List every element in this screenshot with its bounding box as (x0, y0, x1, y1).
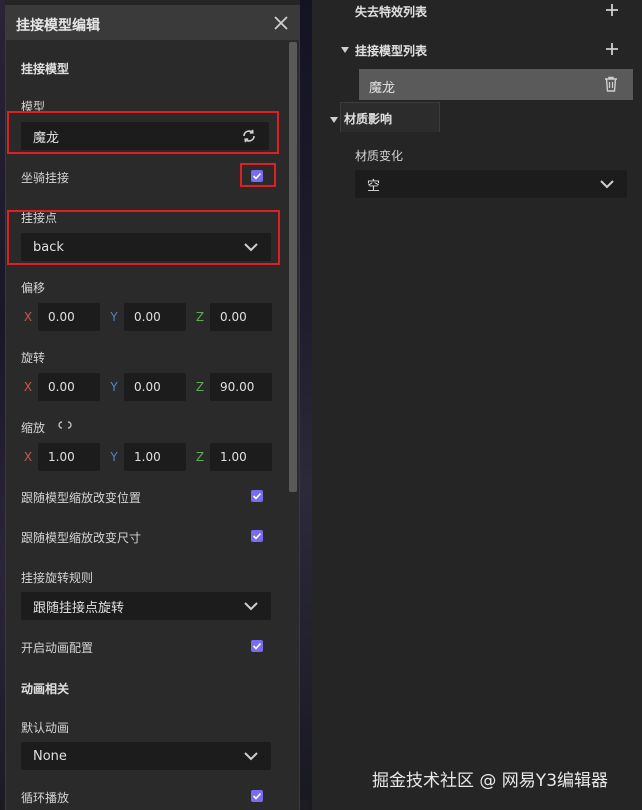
section-title-mount-model: 挂接模型 (21, 62, 70, 76)
scale-z-axis-label: Z (195, 450, 205, 464)
rotate-rule-select[interactable]: 跟随挂接点旋转 (21, 592, 271, 620)
mount-model-list-label: 挂接模型列表 (355, 44, 428, 58)
anim-config-checkbox[interactable] (251, 640, 263, 652)
mount-point-value: back (33, 239, 64, 255)
mount-model-item-label: 魔龙 (369, 81, 396, 96)
section-title-animation: 动画相关 (21, 682, 70, 696)
check-icon (252, 792, 262, 800)
scene-background-middle (300, 0, 312, 810)
default-anim-value: None (33, 748, 67, 764)
close-button[interactable] (268, 10, 294, 36)
refresh-icon[interactable] (239, 126, 259, 146)
check-icon (252, 642, 262, 650)
model-select[interactable]: 魔龙 (21, 122, 269, 150)
mount-ride-label: 坐骑挂接 (21, 171, 70, 185)
check-icon (252, 532, 262, 540)
rotate-rule-value: 跟随挂接点旋转 (33, 600, 125, 616)
add-mount-model-button[interactable] (605, 42, 619, 59)
rotation-z-axis-label: Z (195, 380, 205, 394)
chevron-down-icon (241, 596, 261, 616)
offset-z-input[interactable]: 0.00 (210, 303, 272, 331)
rotation-z-input[interactable]: 90.00 (210, 373, 272, 401)
rotation-y-axis-label: Y (110, 380, 118, 394)
collapse-arrow-icon[interactable] (329, 113, 339, 127)
follow-scale-position-label: 跟随模型缩放改变位置 (21, 491, 142, 505)
chevron-down-icon (241, 746, 261, 766)
scale-x-axis-label: X (23, 450, 33, 464)
offset-x-axis-label: X (23, 310, 33, 324)
add-lost-effect-button[interactable] (605, 3, 619, 20)
delete-button[interactable] (604, 76, 618, 95)
offset-y-input[interactable]: 0.00 (124, 303, 186, 331)
dialog-header: 挂接模型编辑 (6, 6, 299, 40)
rotation-y-input[interactable]: 0.00 (124, 373, 186, 401)
link-icon[interactable] (56, 419, 74, 433)
material-change-select[interactable]: 空 (355, 170, 627, 198)
material-section-label: 材质影响 (344, 112, 393, 126)
collapse-arrow-icon[interactable] (340, 43, 350, 57)
mount-point-select[interactable]: back (21, 233, 271, 261)
scale-x-input[interactable]: 1.00 (38, 443, 100, 471)
check-icon (252, 492, 262, 500)
default-anim-label: 默认动画 (21, 721, 70, 735)
offset-label: 偏移 (21, 281, 46, 295)
scale-y-axis-label: Y (110, 450, 118, 464)
follow-scale-position-checkbox[interactable] (251, 490, 263, 502)
material-change-label: 材质变化 (355, 149, 404, 163)
rotation-label: 旋转 (21, 351, 46, 365)
mount-ride-checkbox[interactable] (251, 170, 263, 182)
chevron-down-icon (597, 174, 617, 194)
offset-z-axis-label: Z (195, 310, 205, 324)
loop-play-label: 循环播放 (21, 791, 70, 805)
anim-config-label: 开启动画配置 (21, 641, 94, 655)
default-anim-select[interactable]: None (21, 742, 271, 770)
chevron-down-icon (241, 237, 261, 257)
rotation-x-input[interactable]: 0.00 (38, 373, 100, 401)
check-icon (252, 172, 262, 180)
mount-model-list-item[interactable]: 魔龙 (359, 69, 633, 100)
rotate-rule-label: 挂接旋转规则 (21, 571, 94, 585)
offset-y-axis-label: Y (110, 310, 118, 324)
scale-y-input[interactable]: 1.00 (124, 443, 186, 471)
loop-play-checkbox[interactable] (251, 790, 263, 802)
lost-effects-list-label: 失去特效列表 (355, 5, 428, 19)
scale-z-input[interactable]: 1.00 (210, 443, 272, 471)
follow-scale-size-checkbox[interactable] (251, 530, 263, 542)
close-icon (274, 16, 288, 30)
rotation-x-axis-label: X (23, 380, 33, 394)
plus-icon (606, 4, 618, 16)
model-select-value: 魔龙 (33, 130, 60, 146)
dialog-title: 挂接模型编辑 (16, 18, 100, 34)
dialog-scrollbar[interactable] (289, 42, 297, 492)
scale-label: 缩放 (21, 421, 46, 435)
offset-x-input[interactable]: 0.00 (38, 303, 100, 331)
follow-scale-size-label: 跟随模型缩放改变尺寸 (21, 531, 142, 545)
material-change-value: 空 (367, 178, 381, 194)
watermark-text: 掘金技术社区 @ 网易Y3编辑器 (372, 771, 609, 791)
mount-model-edit-dialog: 挂接模型编辑 挂接模型 模型 魔龙 坐骑挂接 挂接点 back 偏移 X 0.0… (5, 5, 300, 810)
plus-icon (606, 43, 618, 55)
trash-icon (605, 76, 617, 92)
